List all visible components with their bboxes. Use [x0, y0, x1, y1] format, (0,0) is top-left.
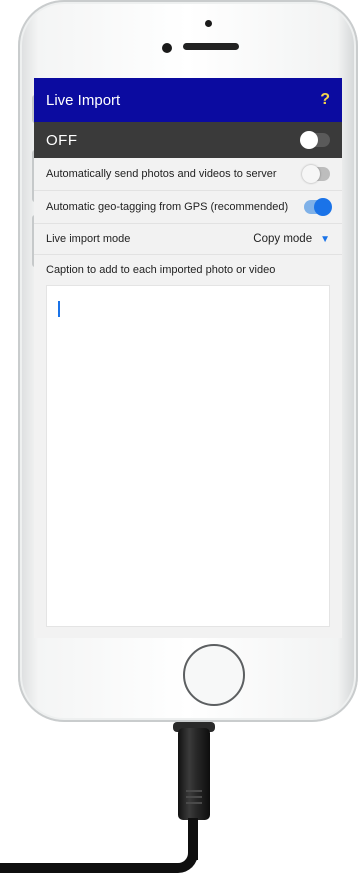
caption-textarea[interactable]: [46, 285, 330, 627]
geo-tagging-toggle[interactable]: [304, 198, 332, 216]
setting-row-geo-tagging: Automatic geo-tagging from GPS (recommen…: [34, 191, 342, 224]
toggle-knob: [302, 165, 320, 183]
toggle-knob: [300, 131, 318, 149]
master-toggle[interactable]: [300, 131, 330, 149]
import-mode-label: Live import mode: [46, 233, 131, 245]
geo-tagging-label: Automatic geo-tagging from GPS (recommen…: [46, 201, 289, 213]
text-cursor: [58, 301, 60, 317]
dropdown-caret-icon: ▼: [320, 233, 330, 245]
connector-ridge: [186, 802, 202, 804]
toggle-knob: [314, 198, 332, 216]
setting-row-import-mode: Live import mode Copy mode ▼: [34, 224, 342, 255]
front-sensor-icon: [205, 20, 212, 27]
page-title: Live Import: [46, 91, 121, 109]
home-button[interactable]: [183, 644, 245, 706]
front-camera-icon: [162, 43, 172, 53]
import-mode-select[interactable]: Copy mode ▼: [253, 233, 330, 245]
help-icon[interactable]: ?: [320, 91, 330, 109]
title-bar: Live Import ?: [34, 78, 342, 122]
master-switch-bar: OFF: [34, 122, 342, 158]
connector-ridge: [186, 796, 202, 798]
setting-row-auto-send: Automatically send photos and videos to …: [34, 158, 342, 191]
earpiece-speaker: [183, 43, 239, 50]
auto-send-toggle[interactable]: [302, 165, 330, 183]
app-screen: Live Import ? OFF Automatically send pho…: [34, 78, 342, 638]
caption-label: Caption to add to each imported photo or…: [46, 264, 276, 276]
connector-ridge: [186, 790, 202, 792]
master-switch-label: OFF: [46, 131, 78, 149]
cable-cord: [0, 863, 170, 873]
auto-send-label: Automatically send photos and videos to …: [46, 168, 277, 180]
cable-connector: [178, 728, 210, 820]
import-mode-value: Copy mode: [253, 233, 313, 245]
